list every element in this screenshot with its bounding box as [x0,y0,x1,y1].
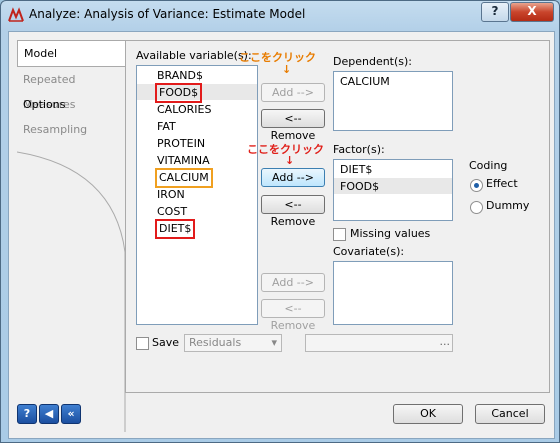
coding-dummy-label: Dummy [486,199,530,212]
tab-curve-decoration [17,151,126,432]
variable-vitamina[interactable]: VITAMINA [157,153,210,169]
chevron-down-icon: ▾ [271,336,277,349]
dialog-window: Analyze: Analysis of Variance: Estimate … [0,0,560,443]
factor-list[interactable]: DIET$ FOOD$ [333,159,453,221]
available-variables-list[interactable]: BRAND$ FOOD$ CALORIES FAT PROTEIN VITAMI… [136,65,258,325]
save-label: Save [152,336,180,349]
factor-label: Factor(s): [333,143,385,156]
save-path-field[interactable]: ... [305,334,453,352]
model-panel: Available variable(s): BRAND$ FOOD$ CALO… [125,40,550,393]
available-variables-label: Available variable(s): [136,49,252,62]
variable-iron[interactable]: IRON [157,187,185,203]
back-icon[interactable]: ◀ [39,404,59,424]
coding-effect-radio[interactable] [470,179,483,192]
variable-food[interactable]: FOOD$ [154,83,203,103]
variable-brand[interactable]: BRAND$ [157,68,203,84]
factor-item-diet[interactable]: DIET$ [340,162,372,178]
covariate-list[interactable] [333,261,453,325]
save-checkbox[interactable] [136,337,149,350]
missing-values-checkbox[interactable] [333,228,346,241]
save-type-value: Residuals [189,336,242,349]
covariate-label: Covariate(s): [333,245,405,258]
title-help-button[interactable]: ? [481,2,509,22]
help-icon[interactable]: ? [17,404,37,424]
variable-calories[interactable]: CALORIES [157,102,211,118]
dependent-item-calcium[interactable]: CALCIUM [340,74,390,90]
covariate-add-button[interactable]: Add --> [261,273,325,292]
dependent-label: Dependent(s): [333,55,413,68]
factor-item-food[interactable]: FOOD$ [340,179,379,195]
dialog-body: Model Repeated Measures Options Resampli… [8,31,555,439]
tab-list: Model Repeated Measures Options Resampli… [17,40,129,142]
tab-repeated-measures: Repeated Measures [23,73,76,111]
tab-model[interactable]: Model [17,40,129,67]
title-bar[interactable]: Analyze: Analysis of Variance: Estimate … [1,1,559,29]
ok-button[interactable]: OK [393,404,463,424]
variable-fat[interactable]: FAT [157,119,176,135]
app-logo-icon [8,7,24,22]
rewind-icon[interactable]: « [61,404,81,424]
missing-values-label: Missing values [350,227,431,240]
browse-button[interactable]: ... [440,334,451,350]
annotation-arrow-orange: ↓ [282,63,292,76]
cancel-button[interactable]: Cancel [475,404,545,424]
close-button[interactable]: X [510,2,554,22]
factor-remove-button[interactable]: <-- Remove [261,195,325,228]
save-type-select[interactable]: Residuals ▾ [184,334,282,352]
dependent-remove-button[interactable]: <-- Remove [261,109,325,142]
variable-protein[interactable]: PROTEIN [157,136,205,152]
covariate-remove-button[interactable]: <-- Remove [261,299,325,332]
factor-add-button[interactable]: Add --> [261,168,325,187]
window-title: Analyze: Analysis of Variance: Estimate … [29,7,306,21]
variable-cost[interactable]: COST [157,204,187,220]
annotation-arrow-red: ↓ [285,154,295,167]
coding-effect-label: Effect [486,177,518,190]
coding-label: Coding [469,159,508,172]
dependent-list[interactable]: CALCIUM [333,71,453,131]
annotation-click-here-dependent: ここをクリック [239,51,316,64]
variable-diet[interactable]: DIET$ [154,219,196,239]
coding-dummy-radio[interactable] [470,201,483,214]
dependent-add-button[interactable]: Add --> [261,83,325,102]
variable-calcium[interactable]: CALCIUM [155,168,213,188]
